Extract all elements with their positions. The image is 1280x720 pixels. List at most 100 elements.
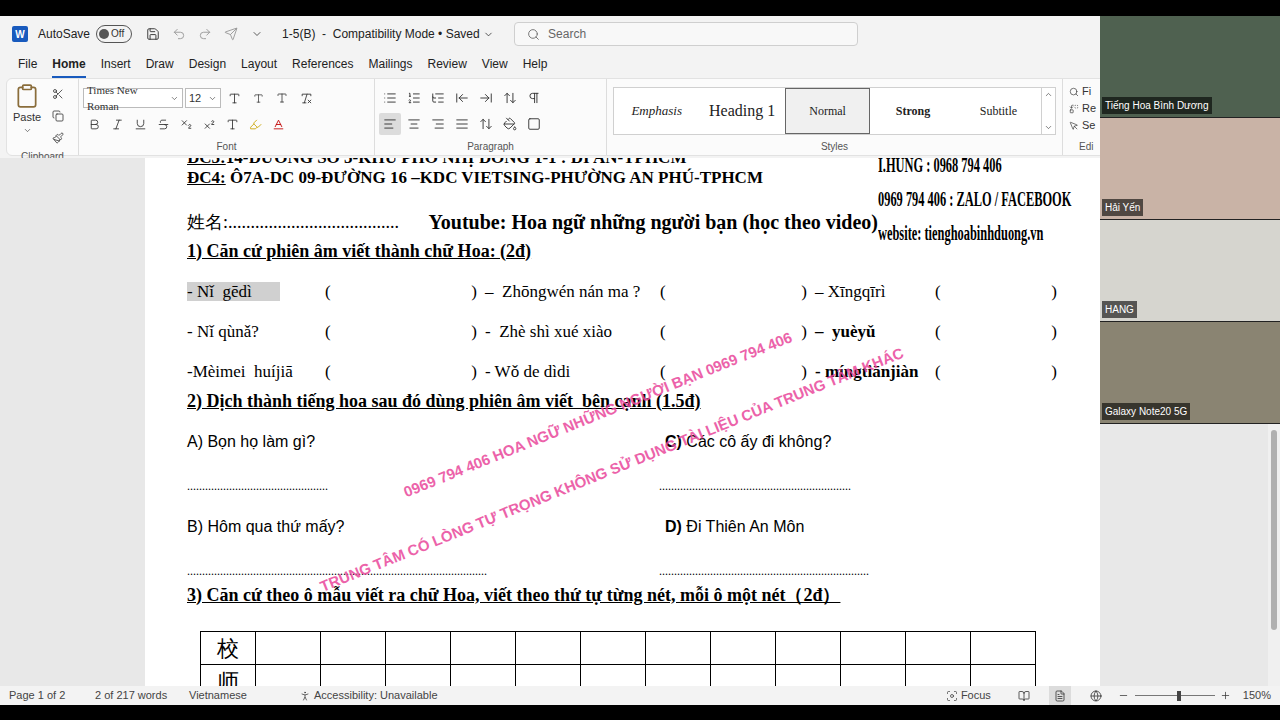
multilevel-list-button[interactable] [427,87,449,109]
decrease-indent-button[interactable] [451,87,473,109]
document-title[interactable]: 1-5(B) - Compatibility Mode • Saved [282,25,514,43]
practice-cell[interactable] [256,665,321,686]
paste-button[interactable]: Paste [13,83,41,149]
practice-cell[interactable] [841,632,906,665]
practice-cell[interactable] [321,665,386,686]
bold-button[interactable] [83,113,105,135]
increase-indent-button[interactable] [475,87,497,109]
zoom-level[interactable]: 150% [1243,687,1271,704]
practice-cell[interactable] [451,632,516,665]
practice-cell[interactable] [646,632,711,665]
style-item[interactable]: Heading 1 [699,88,784,134]
underline-button[interactable] [129,113,151,135]
word-count[interactable]: 2 of 217 words [95,687,147,704]
font-size-select[interactable]: 12 [185,88,221,108]
answer-line[interactable]: ........................................… [659,480,1065,492]
sort-button[interactable] [499,87,521,109]
practice-cell[interactable] [841,665,906,686]
practice-cell[interactable] [906,632,971,665]
zoom-out-button[interactable] [1113,685,1135,707]
line-spacing-button[interactable] [475,113,497,135]
shading-button[interactable] [499,113,521,135]
send-button[interactable] [220,23,242,45]
practice-cell[interactable] [646,665,711,686]
page-count[interactable]: Page 1 of 2 [9,687,95,704]
zoom-slider[interactable] [1135,691,1215,701]
undo-button[interactable] [168,23,190,45]
practice-cell[interactable] [776,665,841,686]
answer-blank[interactable]: () [935,319,1065,345]
style-item[interactable]: Normal [785,88,870,134]
customize-button[interactable] [246,23,268,45]
align-right-button[interactable] [427,113,449,135]
practice-cell[interactable] [321,632,386,665]
justify-button[interactable] [451,113,473,135]
menu-tab[interactable]: File [18,52,37,78]
menu-tab[interactable]: Home [52,52,85,78]
style-item[interactable]: Strong [870,88,955,134]
practice-cell[interactable] [581,632,646,665]
text-effects-button[interactable] [221,113,243,135]
practice-cell[interactable] [711,665,776,686]
menu-tab[interactable]: Mailings [368,52,412,78]
borders-button[interactable] [523,113,545,135]
print-layout-button[interactable] [1049,685,1071,707]
answer-blank[interactable]: () [935,279,1065,305]
highlight-button[interactable] [244,113,266,135]
menu-tab[interactable]: References [292,52,353,78]
participant-tile[interactable]: Hải Yến [1100,118,1280,220]
focus-button[interactable]: Focus [946,687,991,704]
strikethrough-button[interactable] [152,113,174,135]
answer-blank[interactable]: () [660,279,815,305]
menu-tab[interactable]: Draw [146,52,174,78]
redo-button[interactable] [194,23,216,45]
menu-tab[interactable]: Layout [241,52,277,78]
align-center-button[interactable] [403,113,425,135]
zoom-in-button[interactable] [1215,685,1237,707]
practice-cell[interactable] [581,665,646,686]
menu-tab[interactable]: View [482,52,508,78]
align-left-button[interactable] [379,113,401,135]
bullets-button[interactable] [379,87,401,109]
answer-blank[interactable]: () [935,359,1065,385]
practice-cell[interactable] [386,632,451,665]
zoom-thumb[interactable] [1177,691,1181,701]
menu-tab[interactable]: Insert [101,52,131,78]
answer-line[interactable]: ........................................… [187,565,659,577]
autosave-toggle[interactable]: Off [96,25,132,43]
accessibility[interactable]: Accessibility: Unavailable [299,687,438,704]
answer-line[interactable]: ........................................… [659,565,1065,577]
practice-cell[interactable] [971,665,1036,686]
format-painter-button[interactable] [47,127,69,149]
show-marks-button[interactable] [523,87,545,109]
read-mode-button[interactable] [1013,685,1035,707]
practice-cell[interactable] [451,665,516,686]
word-logo[interactable]: W [12,26,28,42]
participant-tile[interactable]: Galaxy Note20 5G [1100,322,1280,424]
practice-cell[interactable] [256,632,321,665]
style-item[interactable]: Emphasis [614,88,699,134]
practice-cell[interactable] [516,665,581,686]
answer-blank[interactable]: () [325,319,485,345]
change-case-button[interactable] [271,87,293,109]
grow-font-button[interactable] [223,87,245,109]
web-layout-button[interactable] [1085,685,1107,707]
clear-formatting-button[interactable] [295,87,317,109]
font-family-select[interactable]: Times New Roman [83,88,183,108]
copy-button[interactable] [47,105,69,127]
practice-cell[interactable] [386,665,451,686]
answer-blank[interactable]: () [325,279,485,305]
menu-tab[interactable]: Help [523,52,548,78]
menu-tab[interactable]: Design [189,52,226,78]
cut-button[interactable] [47,83,69,105]
font-color-button[interactable] [267,113,289,135]
subscript-button[interactable] [175,113,197,135]
italic-button[interactable] [106,113,128,135]
practice-cell[interactable] [906,665,971,686]
numbering-button[interactable] [403,87,425,109]
superscript-button[interactable] [198,113,220,135]
search-box[interactable]: Search [514,22,858,46]
practice-cell[interactable] [971,632,1036,665]
practice-cell[interactable] [516,632,581,665]
shrink-font-button[interactable] [247,87,269,109]
